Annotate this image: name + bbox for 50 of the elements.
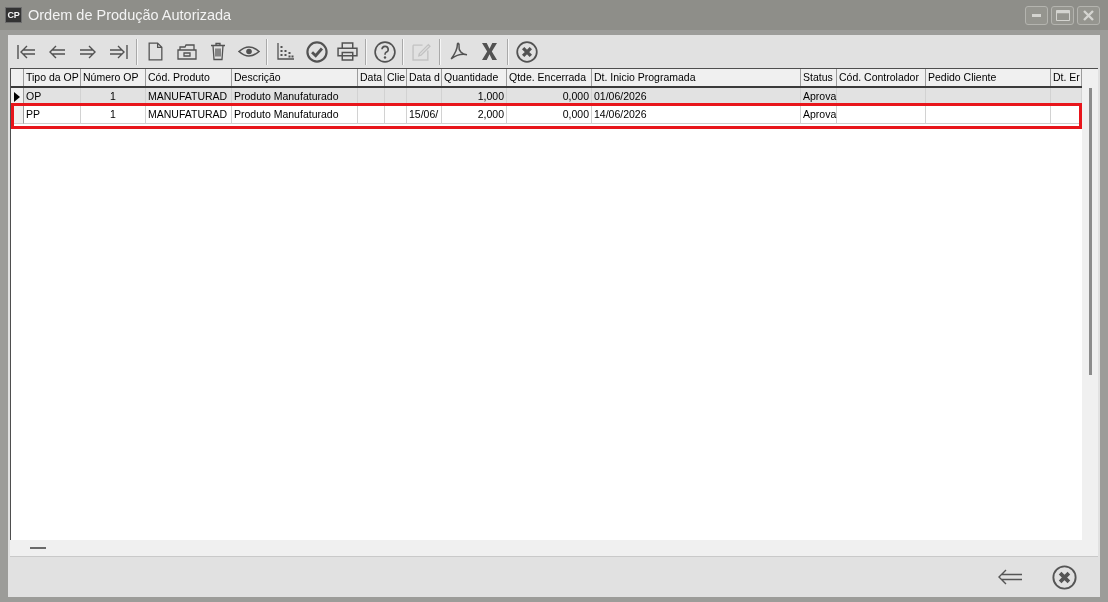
column-header[interactable]: Qtde. Encerrada [507,69,592,86]
row-pointer-icon [14,91,20,102]
maximize-button[interactable] [1051,5,1074,25]
column-header[interactable]: Pedido Cliente [926,69,1051,86]
check-circle-icon [305,40,328,63]
column-header[interactable]: Descrição [232,69,358,86]
x-circle-icon [1051,564,1077,590]
app-logo: CP [5,7,22,23]
document-icon [148,42,163,61]
column-header[interactable]: Cód. Produto [146,69,232,86]
tray-icon [176,43,197,60]
table-cell: Produto Manufaturado [232,106,358,124]
column-header[interactable]: Clie [385,69,407,86]
table-cell: 1 [81,106,146,124]
bar-left-arrow-icon [15,43,36,60]
column-header[interactable]: Número OP [81,69,146,86]
table-cell: MANUFATURAD [146,106,232,124]
right-arrow-bar-icon [108,43,129,60]
column-header[interactable]: Data d [407,69,442,86]
column-header[interactable]: Dt. Inicio Programada [592,69,801,86]
eye-icon [237,45,260,58]
dot-chart-icon [277,43,294,60]
trash-icon [209,42,226,61]
maximize-icon [1055,9,1070,21]
x-circle-icon [515,40,538,63]
table-cell: Aprova [801,106,837,124]
column-header[interactable]: Status [801,69,837,86]
table-cell: 14/06/2026 [592,106,801,124]
table-cell: PP [24,106,81,124]
vertical-scrollbar[interactable] [1082,69,1098,540]
left-arrow-icon [47,43,66,60]
column-header[interactable]: Quantidade [442,69,507,86]
table-cell: 15/06/ [407,106,442,124]
column-header[interactable]: Cód. Controlador [837,69,926,86]
left-arrow-icon [997,569,1023,585]
dash-icon [30,547,46,549]
minimize-button[interactable] [1025,5,1048,25]
pdf-swirl-icon [449,42,468,61]
bold-x-icon [482,43,497,60]
help-icon [373,40,396,63]
scrollbar-thumb[interactable] [1088,88,1092,375]
minimize-icon [1032,13,1041,17]
column-header[interactable]: Data [358,69,385,86]
close-icon [1083,9,1094,21]
printer-icon [337,42,358,61]
window-title: Ordem de Produção Autorizada [28,7,233,23]
table-cell: 0,000 [507,106,592,124]
table-cell: 2,000 [442,106,507,124]
right-arrow-icon [78,43,97,60]
column-header[interactable]: Tipo da OP [24,69,81,86]
